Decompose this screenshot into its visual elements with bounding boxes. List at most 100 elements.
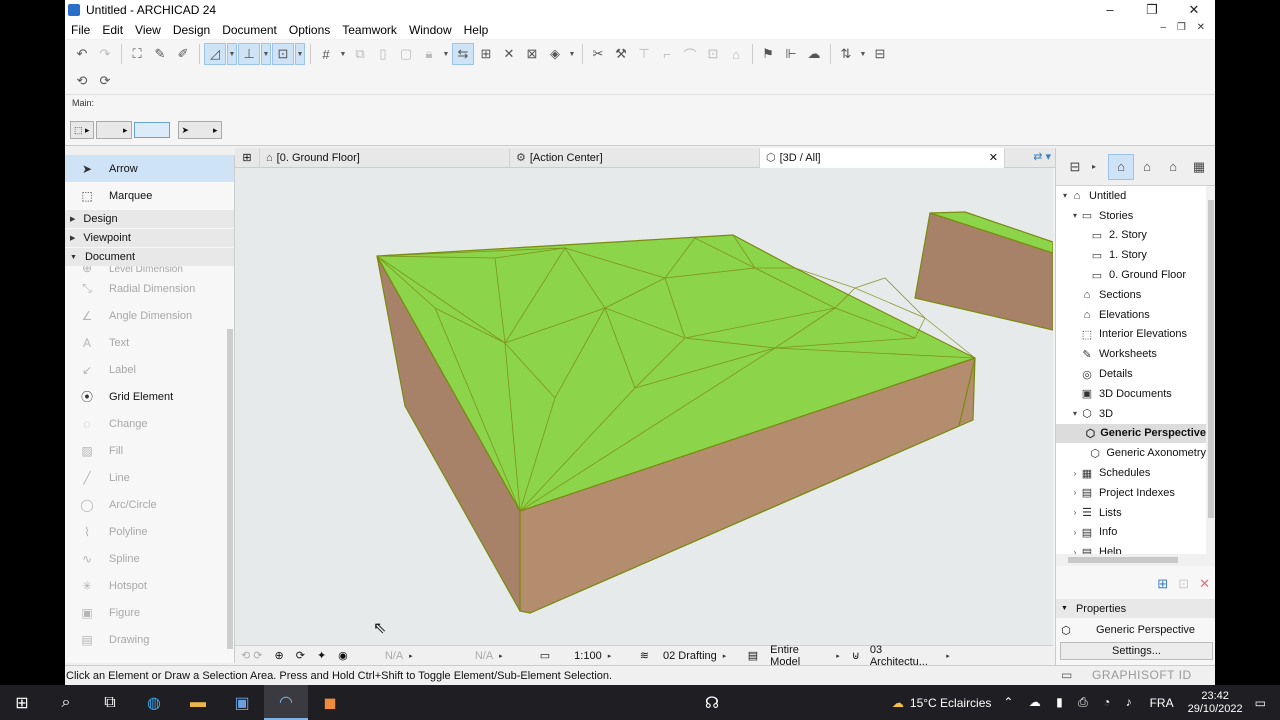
tool-text[interactable]: A Text — [65, 329, 234, 356]
chevron-down-icon[interactable]: ▼ — [441, 43, 451, 65]
notifications-icon[interactable]: ▭ — [1255, 696, 1266, 710]
intersect-icon[interactable]: ⊤ — [633, 43, 655, 65]
chevron-down-icon[interactable]: ▼ — [295, 43, 305, 65]
clock[interactable]: 23:42 29/10/2022 — [1188, 690, 1243, 716]
menu-window[interactable]: Window — [403, 23, 458, 37]
chevron-down-icon[interactable]: ▼ — [227, 43, 237, 65]
navigator-item-stories[interactable]: ▾ ▭ Stories — [1056, 206, 1206, 226]
publisher-sets-icon[interactable]: ▦ — [1186, 154, 1212, 180]
file-explorer-icon[interactable]: ▬ — [176, 685, 220, 720]
curved-edge-icon[interactable]: ⌒ — [679, 43, 701, 65]
explore-icon[interactable]: ◉ — [332, 646, 354, 666]
tool-change[interactable]: ◌ Change — [65, 410, 234, 437]
tool-grid-element[interactable]: ⦿ Grid Element — [65, 383, 234, 410]
walk-icon[interactable]: ✦ — [311, 646, 332, 666]
tool-fill[interactable]: ▨ Fill — [65, 437, 234, 464]
3d-style-icon[interactable]: ◈ — [544, 43, 566, 65]
close-button[interactable]: ✕ — [1173, 0, 1215, 20]
send-receive-icon[interactable]: ⊟ — [869, 43, 891, 65]
chevron-down-icon[interactable]: ▼ — [261, 43, 271, 65]
minimize-button[interactable]: – — [1089, 0, 1131, 20]
layout-icon[interactable]: ⊩ — [780, 43, 802, 65]
navigator-item-generic-axonometry[interactable]: ⬡ Generic Axonometry — [1056, 443, 1206, 463]
chevron-icon[interactable]: ▾ — [1060, 191, 1070, 200]
weather-text[interactable]: 15°C Eclaircies — [910, 696, 992, 710]
settings-button[interactable]: Settings... — [1060, 642, 1213, 660]
properties-header[interactable]: ▼ Properties — [1056, 599, 1215, 618]
graphisoft-id-link[interactable]: GRAPHISOFT ID — [1092, 668, 1192, 682]
clone-view-icon[interactable]: ⊞ — [1157, 576, 1168, 592]
tab-3d-all[interactable]: ⬡ [3D / All] ✕ — [760, 147, 1005, 168]
tree-horizontal-scrollbar[interactable] — [1056, 554, 1215, 566]
navigator-options-icon[interactable]: ⊟ — [1062, 154, 1088, 180]
select-icon[interactable]: ⛶ — [126, 43, 148, 65]
suspend-groups-icon[interactable]: ⧉ — [349, 43, 371, 65]
flag-icon[interactable]: ⚑ — [757, 43, 779, 65]
menu-file[interactable]: File — [65, 23, 96, 37]
3d-viewport[interactable] — [235, 168, 1053, 645]
inject-icon[interactable]: ✐ — [172, 43, 194, 65]
delete-icon[interactable]: ✕ — [1199, 576, 1210, 592]
tool-angle-dimension[interactable]: ∠ Angle Dimension — [65, 302, 234, 329]
group-design[interactable]: ▶ Design — [65, 209, 234, 228]
lock-icon[interactable]: 🔒︎ — [418, 43, 440, 65]
pick-up-icon[interactable]: ✎ — [149, 43, 171, 65]
nav-field-a[interactable]: N/A ▸ — [354, 646, 444, 666]
view-switcher-icon[interactable]: ⇄ ▾ — [1033, 150, 1051, 163]
menu-teamwork[interactable]: Teamwork — [336, 23, 403, 37]
offset-icon[interactable]: ⊡ — [702, 43, 724, 65]
navigator-item-elevations[interactable]: ⌂ Elevations — [1056, 305, 1206, 325]
archicad-taskbar-icon[interactable]: ◠ — [264, 685, 308, 720]
snap-guides-icon[interactable]: ⊥ — [238, 43, 260, 65]
menu-edit[interactable]: Edit — [96, 23, 129, 37]
navigator-item-3d-documents[interactable]: ▣ 3D Documents — [1056, 384, 1206, 404]
scroll-thumb[interactable] — [1068, 557, 1178, 563]
split-icon[interactable]: ✂ — [587, 43, 609, 65]
renovation-filter-dropdown[interactable]: ⊍ 03 Architectu... ▸ — [846, 644, 956, 668]
menu-help[interactable]: Help — [458, 23, 495, 37]
scroll-thumb[interactable] — [1208, 200, 1214, 518]
mark-up-icon[interactable]: ⟲ — [71, 70, 93, 92]
active-method-field[interactable] — [133, 122, 170, 138]
tool-line[interactable]: ╱ Line — [65, 464, 234, 491]
snap-points-icon[interactable]: ⊡ — [272, 43, 294, 65]
navigator-item-3d[interactable]: ▾ ⬡ 3D — [1056, 404, 1206, 424]
chevron-icon[interactable]: ▾ — [1070, 211, 1080, 220]
tool-hotspot[interactable]: ✳ Hotspot — [65, 572, 234, 599]
chevron-icon[interactable]: › — [1070, 528, 1080, 537]
navigator-item-schedules[interactable]: › ▦ Schedules — [1056, 463, 1206, 483]
windows-start-icon[interactable]: ⊞ — [0, 685, 44, 720]
search-icon[interactable]: ⌕ — [44, 685, 88, 720]
tool-spline[interactable]: ∿ Spline — [65, 545, 234, 572]
navigator-item-project-indexes[interactable]: › ▤ Project Indexes — [1056, 483, 1206, 503]
tool-figure[interactable]: ▣ Figure — [65, 599, 234, 626]
navigator-item-sections[interactable]: ⌂ Sections — [1056, 285, 1206, 305]
navigator-item-help[interactable]: › ▤ Help — [1056, 542, 1206, 554]
document-window-controls[interactable]: – ❐ ✕ — [1161, 22, 1209, 33]
resize-icon[interactable]: ⊠ — [521, 43, 543, 65]
navigator-item-interior-elevations[interactable]: ⬚ Interior Elevations — [1056, 325, 1206, 345]
guide-lines-icon[interactable]: ◿ — [204, 43, 226, 65]
navigator-item-lists[interactable]: › ☰ Lists — [1056, 503, 1206, 523]
layer-combination-dropdown[interactable]: ≋ 02 Drafting ▸ — [634, 646, 742, 666]
input-language[interactable]: FRA — [1150, 696, 1174, 710]
group-viewpoint[interactable]: ▶ Viewpoint — [65, 228, 234, 247]
trace-icon[interactable]: ▯ — [372, 43, 394, 65]
navigator-item-details[interactable]: ◎ Details — [1056, 364, 1206, 384]
roof-icon[interactable]: ⌂ — [725, 43, 747, 65]
scroll-thumb[interactable] — [227, 329, 233, 649]
model-view-dropdown[interactable]: ▤ Entire Model ▸ — [742, 644, 846, 668]
menu-options[interactable]: Options — [283, 23, 336, 37]
chevron-icon[interactable]: › — [1070, 488, 1080, 497]
people-icon[interactable]: ☊ — [690, 685, 734, 720]
zoom-icon[interactable]: ⊕ — [269, 646, 290, 666]
tool-radial-dimension[interactable]: ⤡ Radial Dimension — [65, 275, 234, 302]
tray-icons[interactable]: ⌃ ☁ ▮ ⎙ ◔ ♪ — [1003, 695, 1137, 710]
tool-arrow[interactable]: ➤ Arrow — [65, 155, 234, 182]
tab-action-center[interactable]: ⚙ [Action Center] — [510, 147, 760, 168]
group-document[interactable]: ▼ Document — [65, 247, 234, 266]
fillet-icon[interactable]: ⌐ — [656, 43, 678, 65]
view-map-icon[interactable]: ⌂ — [1134, 154, 1160, 180]
chevron-down-icon[interactable]: ▼ — [858, 43, 868, 65]
toolbox-scrollbar[interactable] — [227, 277, 233, 657]
